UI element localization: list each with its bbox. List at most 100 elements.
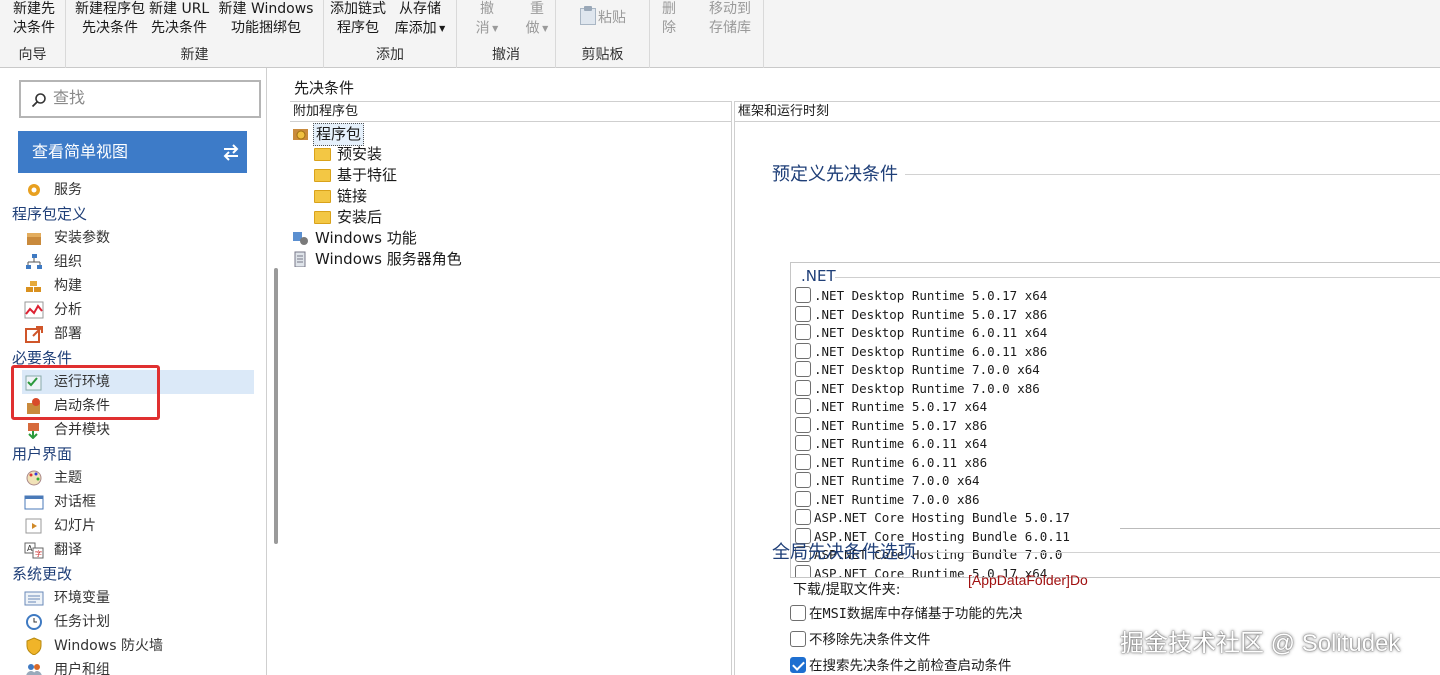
ribbon-group: 粘贴 剪贴板 <box>556 0 650 68</box>
prereq-checkbox[interactable] <box>795 379 811 396</box>
hierarchy-icon <box>26 254 42 269</box>
sidebar-item[interactable]: 组织 <box>22 250 254 274</box>
option-checkbox[interactable] <box>790 605 806 621</box>
option-row[interactable]: 不移除先决条件文件 <box>790 630 931 650</box>
prereq-checkbox[interactable] <box>795 342 811 359</box>
ribbon-button[interactable]: 撤消 ▼ <box>469 0 505 39</box>
sidebar-item[interactable]: 安装参数 <box>22 226 254 250</box>
prereq-row[interactable]: ASP.NET Core Hosting Bundle 5.0.17 <box>795 509 1070 527</box>
folder-icon <box>314 169 331 182</box>
ribbon-button[interactable]: 新建 Windows 功能捆绑包 <box>216 0 316 38</box>
prereq-checkbox[interactable] <box>795 398 811 414</box>
windows-feature-icon <box>293 232 308 245</box>
sidebar-item[interactable]: 服务 <box>22 178 254 202</box>
prereq-checkbox[interactable] <box>795 416 811 433</box>
prereq-row[interactable]: .NET Desktop Runtime 5.0.17 x64 <box>795 287 1047 305</box>
slideshow-icon <box>25 518 42 534</box>
option-row[interactable]: 在搜索先决条件之前检查启动条件 <box>790 656 1012 675</box>
download-folder-field[interactable]: [AppDataFolder]Do <box>968 572 1088 588</box>
download-folder-label: 下载/提取文件夹: <box>793 582 901 598</box>
prereq-checkbox[interactable] <box>795 453 811 470</box>
prereq-row[interactable]: .NET Runtime 7.0.0 x86 <box>795 490 980 509</box>
attached-packages-header: 附加程序包 <box>290 102 731 122</box>
sidebar-item[interactable]: 分析 <box>22 298 254 322</box>
sidebar-item-label: 部署 <box>54 326 82 342</box>
sidebar-item[interactable]: 部署 <box>22 322 254 346</box>
chevron-down-icon: ▼ <box>489 24 499 33</box>
prereq-row[interactable]: .NET Runtime 6.0.11 x64 <box>795 435 987 453</box>
tree-node-label: 安装后 <box>337 208 383 226</box>
ribbon-button[interactable]: 从存储 库添加 ▼ <box>390 0 450 39</box>
sidebar-item[interactable]: 对话框 <box>22 490 254 514</box>
ribbon-group: 新建程序包 先决条件 新建 URL 先决条件 新建 Windows 功能捆绑包 新建 <box>66 0 324 68</box>
prereq-label: .NET Runtime 6.0.11 x86 <box>814 454 988 470</box>
sidebar-item[interactable]: 合并模块 <box>22 418 254 442</box>
sidebar-item[interactable]: 环境变量 <box>22 586 254 610</box>
ribbon-button[interactable]: 重做 ▼ <box>519 0 555 39</box>
ribbon-group-label: 向导 <box>18 47 47 63</box>
prereq-checkbox[interactable] <box>795 472 811 488</box>
sidebar-item[interactable]: 幻灯片 <box>22 514 254 538</box>
sidebar-item-label: 分析 <box>54 302 82 318</box>
prereq-row[interactable]: .NET Desktop Runtime 7.0.0 x64 <box>795 361 1040 379</box>
prereq-checkbox[interactable] <box>795 324 811 340</box>
analysis-icon <box>24 301 44 319</box>
ribbon-button[interactable]: 新建 URL 先决条件 <box>149 0 209 38</box>
tree-node-label: 预安装 <box>337 145 383 163</box>
prereq-checkbox[interactable] <box>795 361 811 377</box>
prereq-row[interactable]: .NET Runtime 5.0.17 x86 <box>795 416 988 435</box>
ribbon-button[interactable]: 删除 <box>652 0 686 38</box>
ribbon-button[interactable]: 粘贴 <box>574 6 632 28</box>
ribbon-button-label: 先决条件 <box>151 20 207 36</box>
gear-icon <box>28 184 40 196</box>
prereq-row[interactable]: .NET Desktop Runtime 7.0.0 x86 <box>795 379 1040 398</box>
prereq-checkbox[interactable] <box>795 305 811 322</box>
search-input[interactable] <box>53 89 253 109</box>
prereq-checkbox[interactable] <box>795 490 811 507</box>
sidebar-item-label: 对话框 <box>54 494 96 510</box>
prereq-label: .NET Runtime 5.0.17 x86 <box>814 417 988 433</box>
ribbon-button[interactable]: 移动到 存储库 <box>700 0 760 38</box>
sidebar-item[interactable]: 构建 <box>22 274 254 298</box>
palette-icon <box>26 470 42 486</box>
divider <box>905 174 1440 175</box>
prereq-checkbox[interactable] <box>795 564 811 577</box>
sidebar-item[interactable]: A 字翻译 <box>22 538 254 562</box>
prereq-row[interactable]: .NET Runtime 7.0.0 x64 <box>795 472 980 490</box>
prereq-row[interactable]: .NET Desktop Runtime 6.0.11 x86 <box>795 342 1047 361</box>
clock-icon <box>26 614 42 630</box>
ribbon-group-label: 新建 <box>180 47 209 63</box>
option-checkbox[interactable] <box>790 657 806 673</box>
sidebar-item[interactable]: 任务计划 <box>22 610 254 634</box>
translate-icon: A字 <box>24 542 44 559</box>
prereq-row[interactable]: .NET Runtime 6.0.11 x86 <box>795 453 988 472</box>
prereq-checkbox[interactable] <box>795 435 811 451</box>
ribbon-button[interactable]: 新建先 决条件 <box>4 0 64 38</box>
sidebar-item-label: 服务 <box>54 182 82 198</box>
prereq-checkbox[interactable] <box>795 287 811 303</box>
search-box[interactable] <box>19 80 261 118</box>
prereq-checkbox[interactable] <box>795 509 811 525</box>
predefined-prereq-list[interactable]: .NET .NET Desktop Runtime 5.0.17 x64 .NET… <box>790 262 1440 578</box>
group-divider <box>835 277 1440 278</box>
sidebar-item[interactable]: Windows 防火墙 <box>22 634 254 658</box>
ribbon-button[interactable]: 添加链式 程序包 <box>327 0 389 38</box>
prereq-label: .NET Runtime 7.0.0 x64 <box>814 473 980 488</box>
tree-node-label: Windows 服务器角色 <box>315 250 462 268</box>
ribbon-group: 撤消 ▼ 重做 ▼ 撤消 <box>457 0 556 68</box>
sidebar-item-label: 用户和组 <box>54 662 110 675</box>
ribbon-button[interactable]: 新建程序包 先决条件 <box>72 0 148 38</box>
option-row[interactable]: 在MSI数据库中存储基于功能的先决 <box>790 604 1022 624</box>
sidebar-item[interactable]: 主题 <box>22 466 254 490</box>
prereq-row[interactable]: .NET Runtime 5.0.17 x64 <box>795 398 987 416</box>
simple-view-button[interactable]: 查看简单视图 <box>18 131 247 173</box>
ribbon-button-label: 先决条件 <box>82 20 138 36</box>
prereq-row[interactable]: .NET Desktop Runtime 6.0.11 x64 <box>795 324 1047 342</box>
sidebar-item-label: 组织 <box>54 254 82 270</box>
sidebar-scrollbar[interactable] <box>274 268 278 544</box>
search-icon <box>31 93 46 108</box>
sidebar-item[interactable]: 用户和组 <box>22 658 254 675</box>
prereq-row[interactable]: .NET Desktop Runtime 5.0.17 x86 <box>795 305 1047 324</box>
env-var-icon <box>24 591 44 606</box>
option-checkbox[interactable] <box>790 631 806 647</box>
